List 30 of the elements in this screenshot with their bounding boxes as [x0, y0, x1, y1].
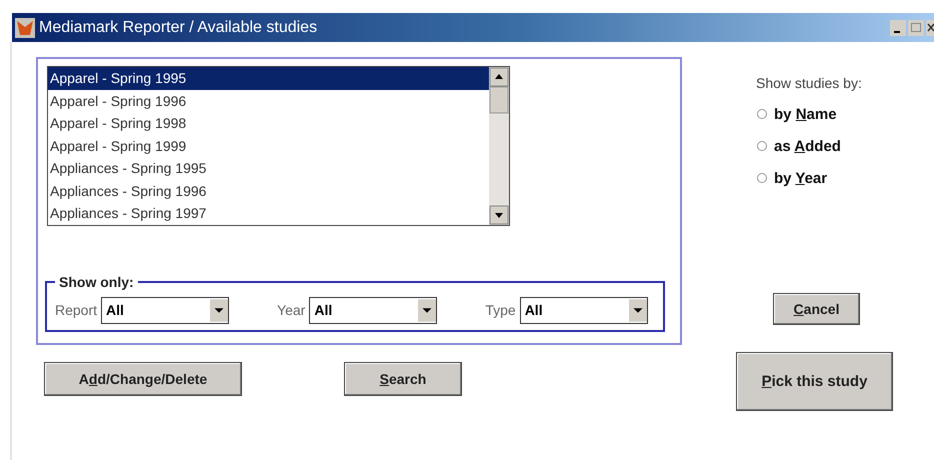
close-icon[interactable]: [926, 20, 934, 36]
scrollbar-drawing[interactable]: [489, 67, 509, 225]
filter-label: Type: [485, 302, 516, 318]
list-item[interactable]: Apparel - Spring 1996: [48, 90, 489, 112]
filter-label: Report: [55, 302, 98, 318]
dropdown[interactable]: All: [101, 296, 230, 324]
pick-study-button[interactable]: Pick this study: [736, 352, 893, 411]
app-icon: [15, 18, 35, 38]
list-item[interactable]: Appliances - Spring 1997: [48, 202, 489, 224]
add-change-delete-button[interactable]: Add/Change/Delete: [44, 362, 242, 396]
cancel-button[interactable]: Cancel: [773, 293, 860, 325]
list-item[interactable]: Apparel - Spring 1998: [48, 112, 489, 134]
minimize-icon[interactable]: [890, 20, 906, 36]
search-button[interactable]: Search: [344, 362, 462, 396]
radio-circle-icon[interactable]: [756, 140, 768, 152]
radio-circle-icon[interactable]: [756, 108, 768, 120]
list-item[interactable]: Apparel - Spring 1995: [48, 67, 489, 90]
radio-option[interactable]: as Added: [756, 130, 841, 162]
sort-label: Show studies by:: [756, 75, 862, 91]
list-item[interactable]: Appliances - Spring 1996: [48, 180, 489, 202]
list-item[interactable]: Apparel - Spring 1999: [48, 134, 489, 157]
window-title: Mediamark Reporter / Available studies: [39, 18, 318, 36]
radio-circle-icon[interactable]: [756, 172, 768, 184]
filter-label: Year: [277, 302, 306, 318]
group-label: Show only:: [58, 274, 135, 290]
list-item[interactable]: Appliances - Spring 1995: [48, 157, 489, 180]
dropdown[interactable]: All: [520, 296, 648, 324]
radio-option[interactable]: by Year: [756, 162, 828, 194]
dropdown[interactable]: All: [309, 296, 438, 324]
radio-option[interactable]: by Name: [756, 98, 837, 130]
